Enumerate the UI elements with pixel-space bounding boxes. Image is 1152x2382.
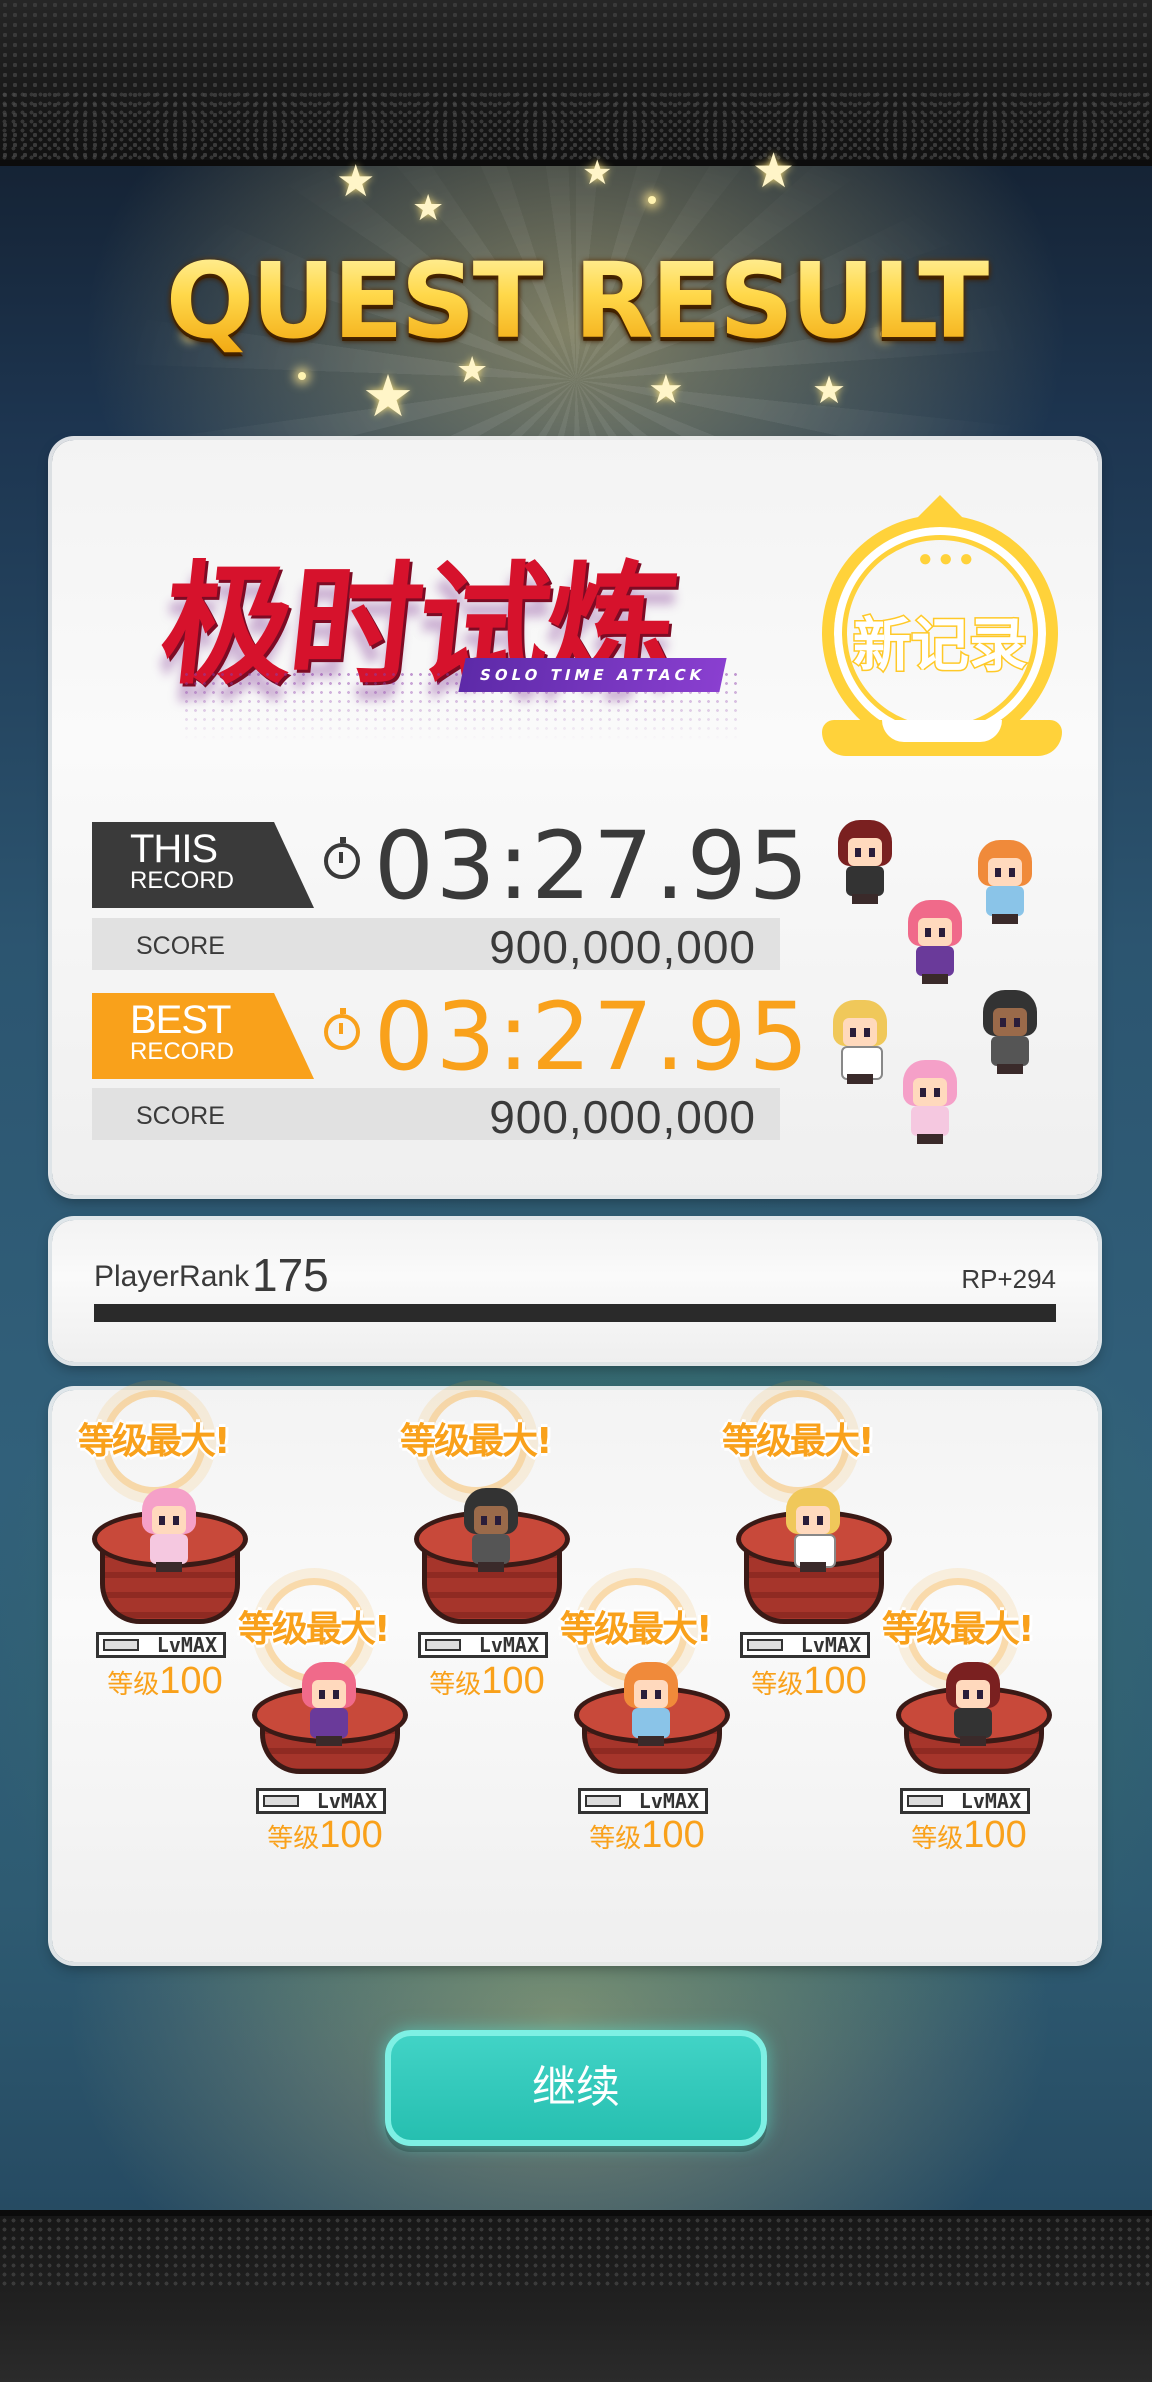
level-max-label: 等级最大! [400, 1421, 552, 1462]
star-icon: ★ [412, 187, 445, 228]
player-rank-value: 175 [252, 1249, 329, 1301]
screen-title: QUEST RESULT [0, 240, 1152, 362]
unit-level: 等级100 [402, 1660, 572, 1703]
lvmax-badge: LvMAX [740, 1632, 870, 1658]
level-max-label: 等级最大! [78, 1421, 230, 1462]
player-rank-panel: PlayerRank 175 RP+294 [52, 1220, 1098, 1362]
level-prefix: 等级 [267, 1823, 320, 1853]
level-value: 100 [159, 1660, 223, 1702]
unit-character [458, 1488, 524, 1572]
unit-level: 等级100 [884, 1814, 1054, 1857]
level-max-label: 等级最大! [238, 1609, 390, 1650]
star-icon: ★ [336, 157, 376, 206]
new-record-text: 新记录 [851, 610, 1028, 681]
lvmax-badge: LvMAX [578, 1788, 708, 1814]
best-record-score: 900,000,000 [489, 1091, 756, 1143]
stamp-crown-icon [910, 495, 970, 525]
party-character [977, 990, 1043, 1074]
stamp-ribbon [822, 720, 1062, 756]
level-prefix: 等级 [911, 1823, 964, 1853]
this-record-label-bottom: RECORD [130, 867, 235, 894]
star-icon: ★ [362, 364, 414, 429]
lvmax-badge: LvMAX [96, 1632, 226, 1658]
sparkle-icon [298, 372, 306, 380]
player-rank-label: PlayerRank [94, 1260, 250, 1293]
this-record-label: THIS RECORD [92, 822, 314, 908]
unit-level: 等级100 [240, 1814, 410, 1857]
party-character [897, 1060, 963, 1144]
unit-character [780, 1488, 846, 1572]
level-value: 100 [481, 1660, 545, 1702]
lvmax-badge: LvMAX [900, 1788, 1030, 1814]
party-character [902, 900, 968, 984]
stamp-dots: ●●● [918, 545, 980, 572]
star-icon: ★ [582, 154, 613, 192]
level-prefix: 等级 [107, 1669, 160, 1699]
rank-progress-bar [94, 1304, 1056, 1322]
level-prefix: 等级 [429, 1669, 482, 1699]
top-frame-bar [0, 0, 1152, 166]
unit-character [618, 1662, 684, 1746]
level-prefix: 等级 [751, 1669, 804, 1699]
party-character [972, 840, 1038, 924]
level-max-label: 等级最大! [882, 1609, 1034, 1650]
level-max-label: 等级最大! [560, 1609, 712, 1650]
best-record-score-row: SCORE 900,000,000 [92, 1088, 780, 1143]
star-icon: ★ [648, 368, 684, 412]
solo-time-attack-logo: 极时试炼 SOLO TIME ATTACK [154, 549, 782, 740]
best-record-label-bottom: RECORD [130, 1038, 235, 1065]
this-record-score-row: SCORE 900,000,000 [92, 918, 780, 973]
level-value: 100 [319, 1814, 383, 1856]
party-character [827, 1000, 893, 1084]
unit-level: 等级100 [80, 1660, 250, 1703]
lvmax-badge: LvMAX [418, 1632, 548, 1658]
sparkle-icon [648, 196, 656, 204]
lvmax-badge: LvMAX [256, 1788, 386, 1814]
unit-level: 等级100 [724, 1660, 894, 1703]
unit-level-panel: 等级最大! LvMAX 等级100 等级最大! LvMAX 等级100 等级最大… [52, 1390, 1098, 1962]
this-record-score: 900,000,000 [489, 921, 756, 973]
this-record-label-top: THIS [130, 827, 218, 871]
rp-gain: RP+294 [961, 1264, 1056, 1294]
level-value: 100 [963, 1814, 1027, 1856]
unit-character [136, 1488, 202, 1572]
this-record-time: 03:27.95 [374, 812, 811, 921]
best-record-label: BEST RECORD [92, 993, 314, 1079]
score-label: SCORE [136, 1102, 225, 1130]
level-max-label: 等级最大! [722, 1421, 874, 1462]
unit-character [296, 1662, 362, 1746]
stopwatch-icon [324, 1008, 360, 1050]
unit-level: 等级100 [562, 1814, 732, 1857]
best-record-time: 03:27.95 [374, 983, 811, 1092]
record-panel: 极时试炼 SOLO TIME ATTACK ●●● 新记录 THIS RECOR… [52, 440, 1098, 1195]
star-icon: ★ [812, 370, 847, 412]
unit-character [940, 1662, 1006, 1746]
level-prefix: 等级 [589, 1823, 642, 1853]
best-record-label-top: BEST [130, 998, 231, 1042]
score-label: SCORE [136, 932, 225, 960]
stopwatch-icon [324, 837, 360, 879]
logo-subtitle: SOLO TIME ATTACK [458, 658, 727, 692]
continue-button[interactable]: 继续 [385, 2030, 767, 2146]
level-value: 100 [641, 1814, 705, 1856]
party-character [832, 820, 898, 904]
bottom-frame-bar [0, 2210, 1152, 2382]
star-icon: ★ [752, 145, 796, 198]
level-value: 100 [803, 1660, 867, 1702]
